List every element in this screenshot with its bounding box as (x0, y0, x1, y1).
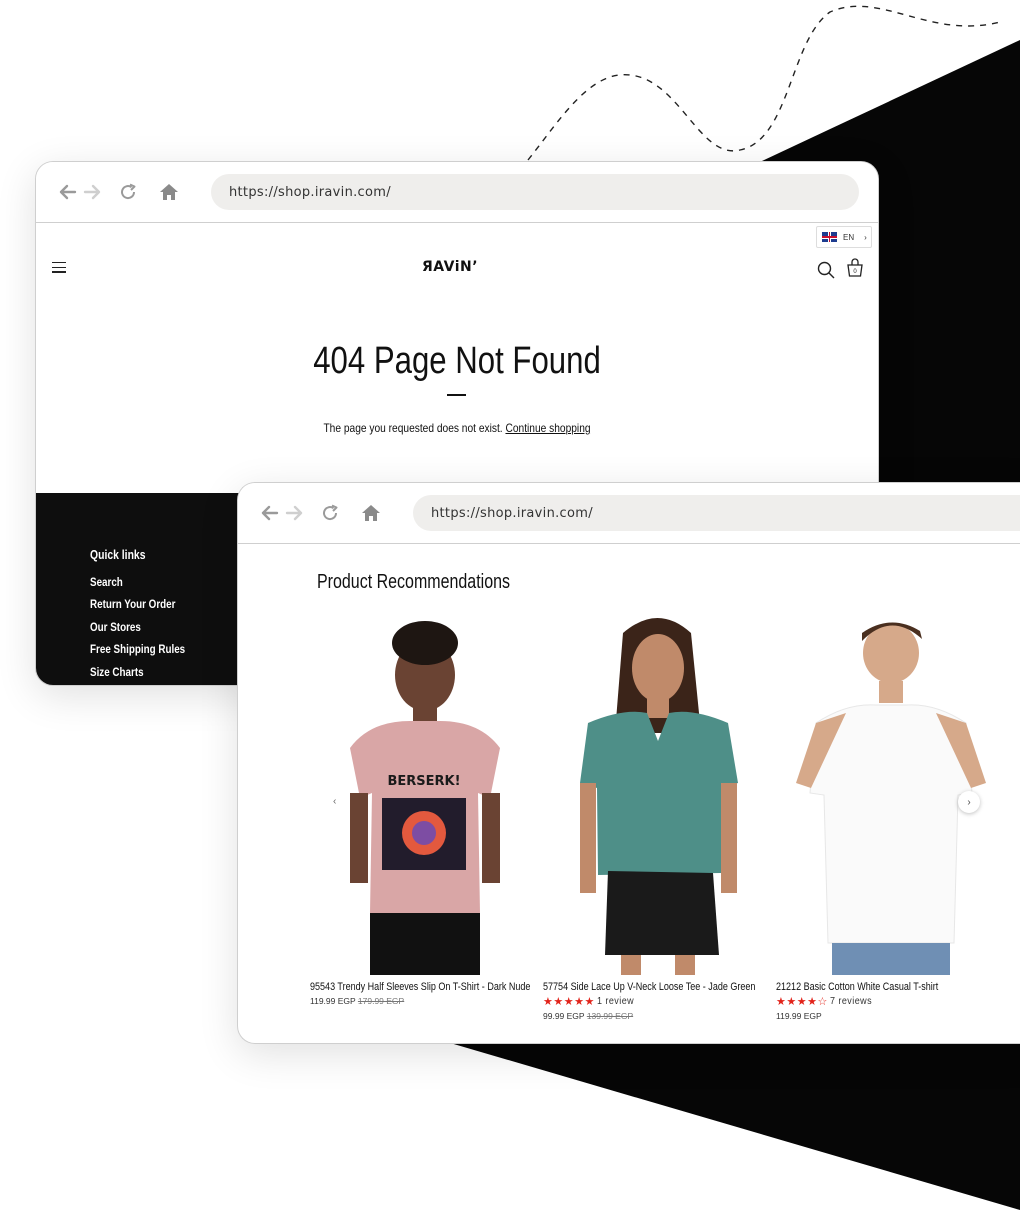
footer-link-size-charts[interactable]: Size Charts (90, 665, 185, 685)
uk-flag-icon (822, 232, 837, 242)
star-icon: ★★★★★ (543, 996, 595, 1008)
section-title: Product Recommendations (317, 571, 510, 593)
quick-links-list: Search Return Your Order Our Stores Free… (90, 575, 206, 685)
sale-price: 99.99 EGP (543, 1011, 585, 1021)
back-arrow-icon[interactable] (258, 501, 282, 525)
forward-arrow-icon[interactable] (282, 501, 306, 525)
sale-price: 119.99 EGP (776, 1011, 822, 1021)
product-price: 119.99 EGP (776, 1011, 1006, 1021)
home-icon[interactable] (359, 501, 383, 525)
svg-text:BERSERK!: BERSERK! (387, 774, 460, 789)
star-icon: ★★★★☆ (776, 996, 828, 1008)
search-icon[interactable] (817, 261, 835, 284)
footer-link-our-stores[interactable]: Our Stores (90, 620, 185, 642)
product-name[interactable]: 57754 Side Lace Up V-Neck Loose Tee - Ja… (543, 981, 773, 993)
forward-arrow-icon[interactable] (80, 180, 104, 204)
product-card[interactable]: BERSERK! 95543 Trendy Half Sleeves Slip … (310, 613, 540, 1006)
compare-price: 179.99 EGP (357, 996, 405, 1006)
product-name[interactable]: 95543 Trendy Half Sleeves Slip On T-Shir… (310, 981, 540, 993)
url-bar[interactable]: https://shop.iravin.com/ (413, 495, 1020, 531)
chevron-right-icon[interactable]: › (958, 791, 980, 813)
footer-link-search[interactable]: Search (90, 575, 185, 597)
sale-price: 119.99 EGP (310, 996, 356, 1006)
hamburger-menu-icon[interactable] (52, 262, 66, 276)
continue-shopping-link[interactable]: Continue shopping (505, 421, 590, 435)
chevron-right-icon: › (864, 232, 867, 242)
back-arrow-icon[interactable] (56, 180, 80, 204)
cart-count: 0 (853, 269, 857, 275)
reload-icon[interactable] (116, 180, 140, 204)
product-card[interactable]: 21212 Basic Cotton White Casual T-shirt … (776, 613, 1006, 1021)
home-icon[interactable] (157, 180, 181, 204)
review-count[interactable]: 7 reviews (830, 996, 872, 1007)
product-card[interactable]: 57754 Side Lace Up V-Neck Loose Tee - Ja… (543, 613, 773, 1021)
page-title: 404 Page Not Found (313, 340, 601, 382)
reload-icon[interactable] (318, 501, 342, 525)
product-rating: ★★★★★ 1 review (543, 995, 773, 1008)
product-image[interactable] (543, 613, 773, 975)
compare-price: 139.99 EGP (586, 1011, 634, 1021)
language-selector[interactable]: EN › (816, 226, 872, 248)
language-label: EN (843, 232, 855, 242)
url-bar[interactable]: https://shop.iravin.com/ (211, 174, 859, 210)
product-image[interactable]: BERSERK! (310, 613, 540, 975)
title-divider (447, 394, 466, 396)
quick-links-title: Quick links (90, 547, 146, 562)
not-found-message: The page you requested does not exist. C… (99, 421, 815, 435)
product-price: 119.99 EGP 179.99 EGP (310, 996, 540, 1006)
browser-toolbar: https://shop.iravin.com/ (238, 483, 1020, 544)
footer-link-free-shipping[interactable]: Free Shipping Rules (90, 642, 185, 664)
product-rating: ★★★★☆ 7 reviews (776, 995, 1006, 1008)
cart-icon[interactable]: 0 (845, 258, 865, 283)
footer-link-return-order[interactable]: Return Your Order (90, 597, 185, 619)
browser-window-recommendations: https://shop.iravin.com/ Product Recomme… (237, 482, 1020, 1044)
browser-toolbar: https://shop.iravin.com/ (36, 162, 878, 223)
product-price: 99.99 EGP 139.99 EGP (543, 1011, 773, 1021)
not-found-text: The page you requested does not exist. (323, 421, 503, 435)
product-name[interactable]: 21212 Basic Cotton White Casual T-shirt (776, 981, 1006, 993)
review-count[interactable]: 1 review (597, 996, 634, 1007)
store-logo[interactable]: ЯAViN’ (422, 259, 478, 275)
